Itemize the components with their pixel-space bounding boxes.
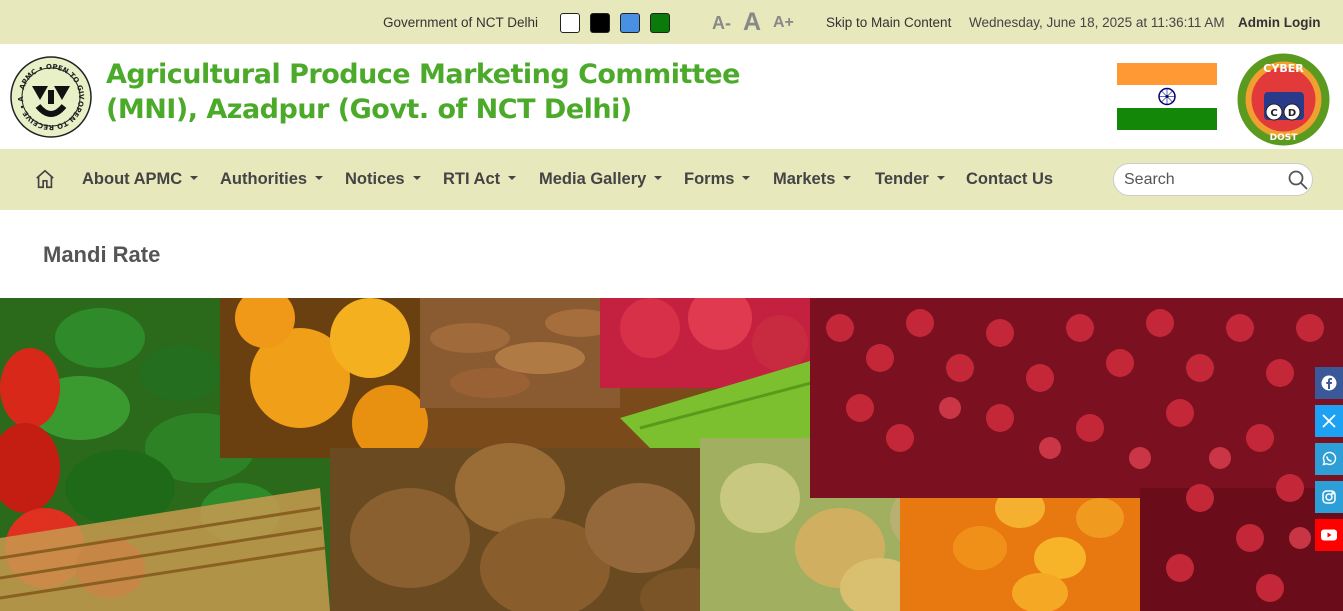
cyber-badge-bottom: DOST — [1270, 133, 1299, 143]
admin-login-link[interactable]: Admin Login — [1238, 15, 1320, 30]
current-datetime: Wednesday, June 18, 2025 at 11:36:11 AM — [969, 15, 1225, 30]
nav-item-authorities[interactable]: Authorities — [220, 170, 324, 189]
theme-white-button[interactable] — [560, 13, 580, 33]
x-button[interactable] — [1315, 405, 1343, 437]
chevron-down-icon — [654, 175, 663, 180]
instagram-icon — [1322, 490, 1336, 504]
search-box — [1113, 163, 1313, 196]
nav-item-rti-act[interactable]: RTI Act — [443, 170, 517, 189]
chevron-down-icon — [315, 175, 324, 180]
site-title-line2: (MNI), Azadpur (Govt. of NCT Delhi) — [106, 94, 632, 125]
nav-item-label: Tender — [875, 170, 929, 188]
india-flag-icon — [1117, 63, 1217, 130]
chevron-down-icon — [412, 175, 421, 180]
government-label: Government of NCT Delhi — [383, 15, 539, 30]
site-header: APMC • OPEN TO GIVE OPEN TO RECEIVE • AZ… — [0, 44, 1343, 149]
chevron-down-icon — [190, 175, 199, 180]
chevron-down-icon — [508, 175, 517, 180]
chevron-down-icon — [742, 175, 751, 180]
nav-item-forms[interactable]: Forms — [684, 170, 751, 189]
nav-item-markets[interactable]: Markets — [773, 170, 852, 189]
nav-item-media-gallery[interactable]: Media Gallery — [539, 170, 663, 189]
nav-item-notices[interactable]: Notices — [345, 170, 421, 189]
whatsapp-button[interactable] — [1315, 443, 1343, 475]
search-icon[interactable] — [1288, 170, 1308, 190]
facebook-button[interactable] — [1315, 367, 1343, 399]
nav-item-label: RTI Act — [443, 170, 501, 188]
nav-item-label: Media Gallery — [539, 170, 647, 188]
theme-blue-button[interactable] — [620, 13, 640, 33]
nav-item-label: About APMC — [82, 170, 183, 188]
cyber-badge-top: CYBER — [1263, 62, 1304, 75]
font-increase-button[interactable]: A+ — [773, 14, 794, 32]
nav-item-label: Notices — [345, 170, 405, 188]
whatsapp-icon — [1322, 451, 1337, 466]
nav-item-label: Markets — [773, 170, 836, 188]
nav-item-tender[interactable]: Tender — [875, 170, 945, 189]
site-title-line1: Agricultural Produce Marketing Committee — [106, 59, 740, 90]
produce-banner-illustration — [0, 298, 1343, 611]
produce-banner-image — [0, 298, 1343, 611]
main-navigation: About APMC Authorities Notices RTI Act M… — [0, 149, 1343, 210]
youtube-icon — [1321, 529, 1337, 541]
cyber-badge-c: C — [1270, 108, 1277, 119]
x-icon — [1322, 414, 1336, 428]
chevron-down-icon — [843, 175, 852, 180]
facebook-icon — [1321, 375, 1337, 391]
nav-item-label: Authorities — [220, 170, 308, 188]
youtube-button[interactable] — [1315, 519, 1343, 551]
apmc-logo[interactable]: APMC • OPEN TO GIVE OPEN TO RECEIVE • AZ… — [10, 56, 92, 138]
site-title: Agricultural Produce Marketing Committee… — [106, 57, 740, 127]
chevron-down-icon — [936, 175, 945, 180]
cyber-dost-badge[interactable]: C D CYBER DOST — [1236, 52, 1331, 147]
theme-green-button[interactable] — [650, 13, 670, 33]
nav-item-about-apmc[interactable]: About APMC — [82, 170, 199, 189]
instagram-button[interactable] — [1315, 481, 1343, 513]
search-input[interactable] — [1124, 170, 1284, 190]
top-utility-bar: Government of NCT Delhi A- A A+ Skip to … — [0, 0, 1343, 44]
nav-item-label: Forms — [684, 170, 735, 188]
page-title: Mandi Rate — [43, 242, 161, 267]
font-reset-button[interactable]: A — [743, 8, 761, 37]
skip-to-main-link[interactable]: Skip to Main Content — [826, 15, 951, 30]
cyber-badge-d: D — [1288, 108, 1296, 119]
nav-item-label: Contact Us — [966, 170, 1054, 188]
theme-black-button[interactable] — [590, 13, 610, 33]
home-icon[interactable] — [34, 168, 56, 190]
font-decrease-button[interactable]: A- — [712, 13, 731, 34]
nav-item-contact-us[interactable]: Contact Us — [966, 170, 1053, 189]
